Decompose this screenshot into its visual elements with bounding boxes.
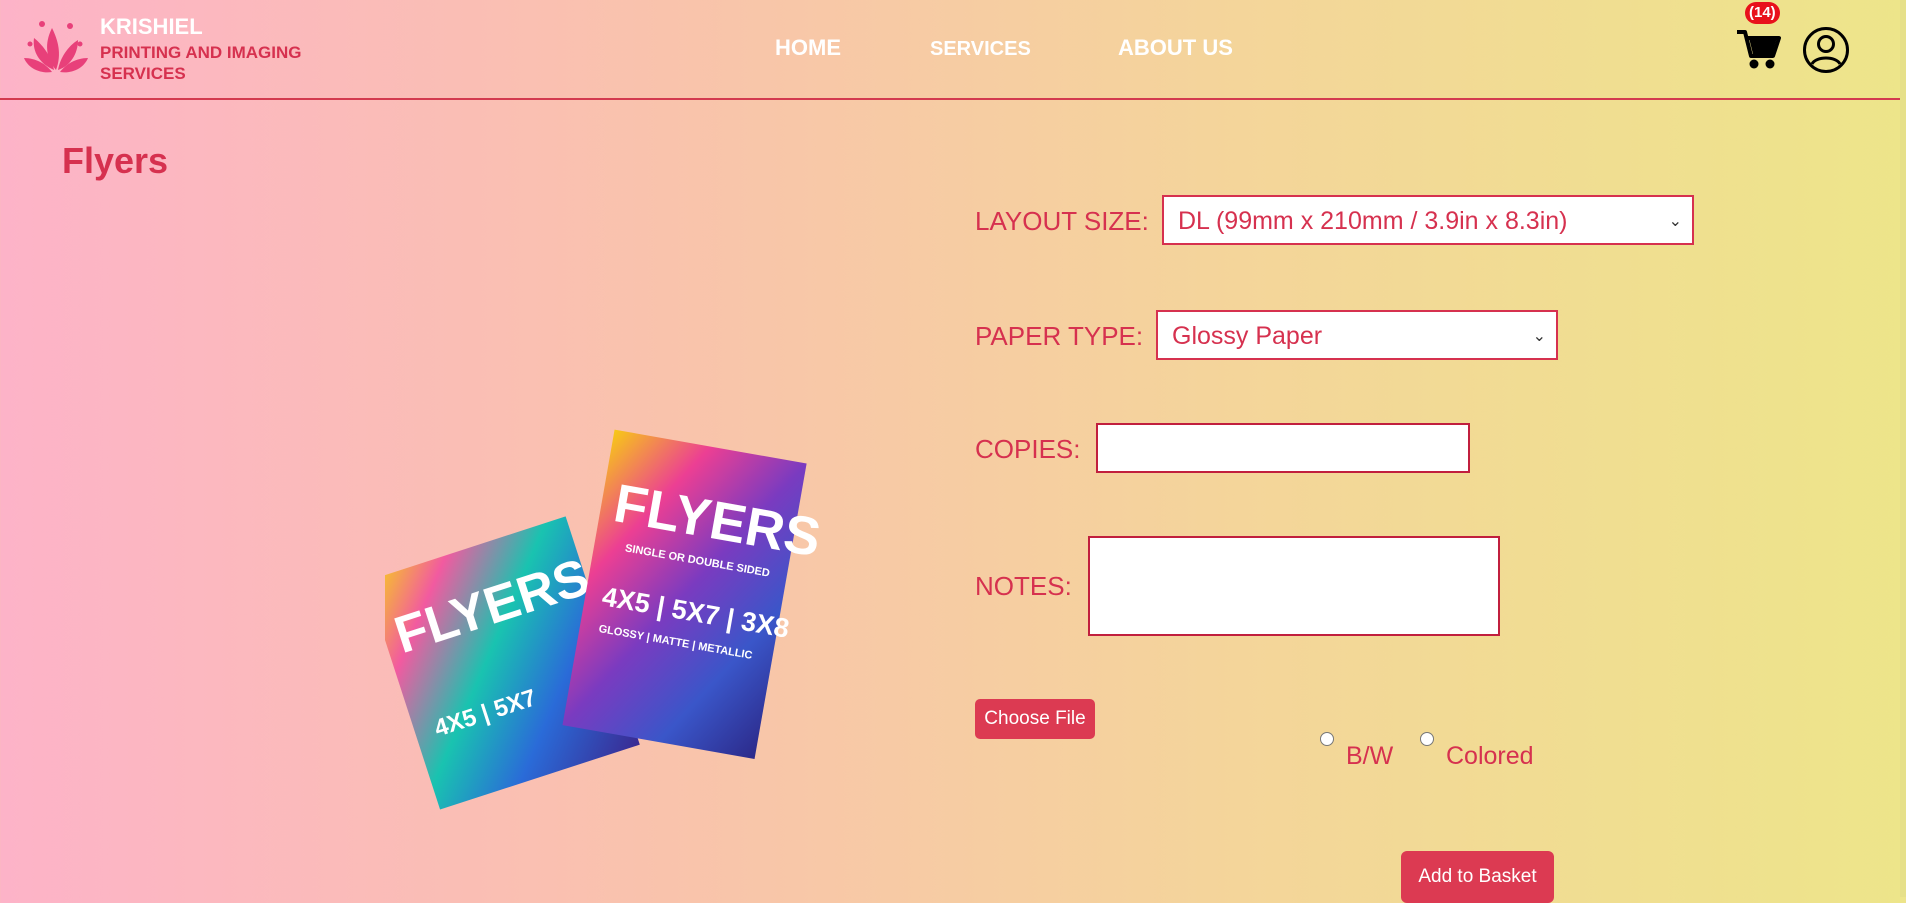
- lotus-logo-icon[interactable]: [22, 14, 90, 82]
- brand-subtitle: PRINTING AND IMAGING SERVICES: [100, 43, 302, 83]
- colored-radio[interactable]: [1420, 732, 1434, 746]
- scrollbar[interactable]: [1900, 0, 1906, 897]
- chevron-down-icon: ⌄: [1532, 328, 1546, 345]
- flyers-product-image: FLYERS 4X5 | 5X7 FLYERS SINGLE OR DOUBLE…: [385, 429, 825, 810]
- paper-type-label: PAPER TYPE:: [975, 321, 1144, 351]
- notes-textarea[interactable]: [1088, 536, 1500, 636]
- copies-input[interactable]: [1096, 423, 1470, 473]
- paper-type-select[interactable]: Glossy Paper ⌄: [1156, 310, 1558, 360]
- bw-radio[interactable]: [1320, 732, 1334, 746]
- layout-size-select[interactable]: DL (99mm x 210mm / 3.9in x 8.3in) ⌄: [1162, 195, 1694, 245]
- brand-name: KRISHIEL: [100, 14, 203, 39]
- bw-radio-label[interactable]: B/W: [1346, 742, 1393, 771]
- notes-label: NOTES:: [975, 571, 1072, 601]
- cart-count-badge: (14): [1745, 2, 1780, 24]
- nav-about-link[interactable]: ABOUT US: [1118, 35, 1233, 61]
- layout-size-label: LAYOUT SIZE:: [975, 206, 1149, 236]
- copies-label: COPIES:: [975, 434, 1081, 464]
- site-header: KRISHIEL PRINTING AND IMAGING SERVICES H…: [0, 0, 1900, 100]
- colored-radio-label[interactable]: Colored: [1446, 742, 1534, 771]
- layout-size-value: DL (99mm x 210mm / 3.9in x 8.3in): [1178, 207, 1568, 235]
- nav-services-link[interactable]: SERVICES: [930, 38, 1031, 61]
- user-account-icon[interactable]: [1802, 26, 1850, 74]
- page-title: Flyers: [62, 140, 169, 181]
- add-to-basket-button[interactable]: Add to Basket: [1401, 851, 1554, 903]
- chevron-down-icon: ⌄: [1668, 213, 1682, 230]
- paper-type-value: Glossy Paper: [1172, 322, 1323, 350]
- nav-home-link[interactable]: HOME: [775, 35, 841, 61]
- shopping-cart-icon[interactable]: [1735, 22, 1781, 72]
- choose-file-button[interactable]: Choose File: [975, 699, 1095, 739]
